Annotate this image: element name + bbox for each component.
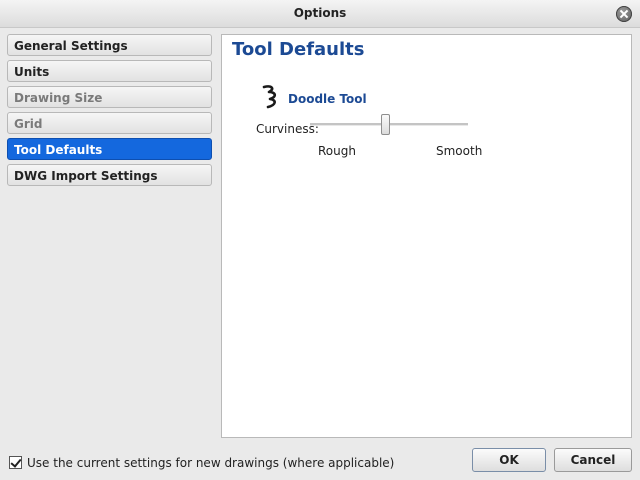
title-bar[interactable]: Options (0, 0, 640, 28)
doodle-squiggle-icon (262, 85, 277, 109)
curviness-slider-thumb[interactable] (380, 114, 390, 135)
sidebar-item-tool-defaults[interactable]: Tool Defaults (7, 138, 212, 160)
slider-min-label: Rough (318, 144, 356, 158)
sidebar-item-dwg-import-settings[interactable]: DWG Import Settings (7, 164, 212, 186)
options-category-list: General Settings Units Drawing Size Grid… (7, 34, 213, 190)
sidebar-item-general-settings[interactable]: General Settings (7, 34, 212, 56)
settings-panel: Tool Defaults Doodle Tool Curviness: Rou… (221, 34, 632, 438)
use-current-settings-checkbox[interactable] (9, 456, 22, 469)
use-current-settings-label[interactable]: Use the current settings for new drawing… (27, 456, 394, 470)
sidebar-item-drawing-size: Drawing Size (7, 86, 212, 108)
ok-button[interactable]: OK (472, 448, 546, 472)
cancel-button[interactable]: Cancel (554, 448, 632, 472)
sidebar-item-grid: Grid (7, 112, 212, 134)
slider-max-label: Smooth (436, 144, 483, 158)
options-dialog: Options General Settings Units Drawing S… (0, 0, 640, 480)
page-title: Tool Defaults (232, 39, 365, 60)
dialog-title: Options (293, 6, 347, 20)
close-icon[interactable] (616, 6, 632, 22)
tool-name-label: Doodle Tool (288, 92, 367, 106)
sidebar-item-units[interactable]: Units (7, 60, 212, 82)
